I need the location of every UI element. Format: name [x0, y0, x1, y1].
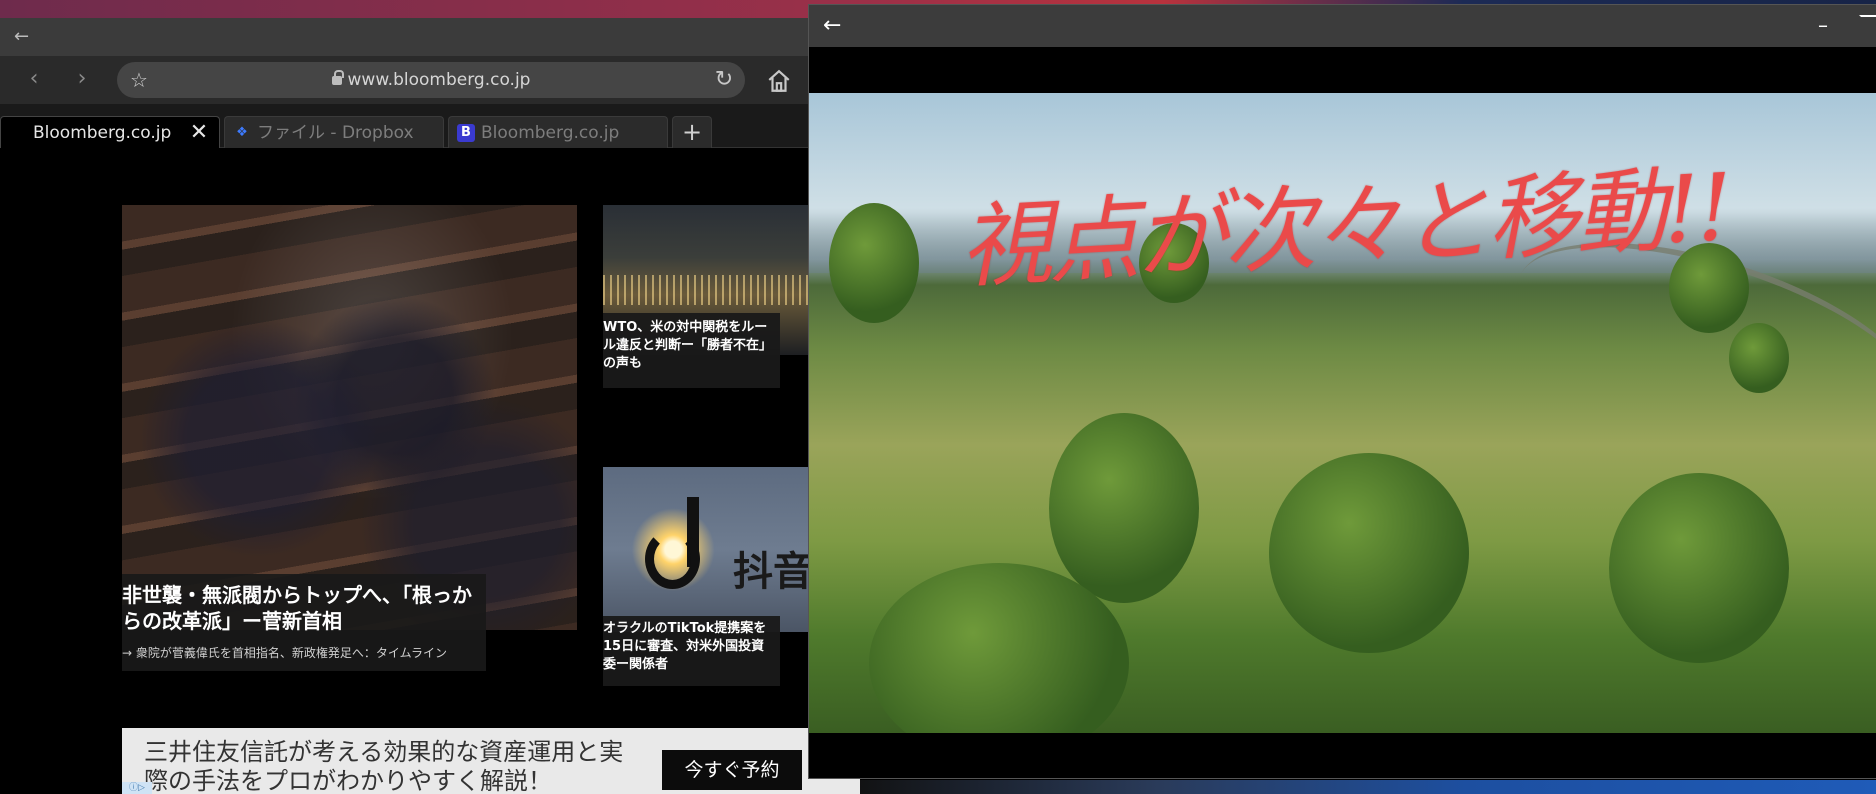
tree: [1729, 323, 1789, 393]
tree: [1049, 413, 1199, 603]
tab-bloomberg-2[interactable]: B Bloomberg.co.jp: [448, 116, 668, 148]
video-back-arrow-icon[interactable]: ←: [823, 14, 847, 38]
side-headline-2[interactable]: オラクルのTikTok提携案を15日に審査、対米外国投資委ー関係者: [603, 616, 780, 686]
maximize-icon[interactable]: [1859, 15, 1876, 35]
lock-icon: [331, 70, 344, 85]
main-news-photo[interactable]: [122, 205, 577, 630]
tab-label: Bloomberg.co.jp: [481, 123, 620, 143]
new-tab-button[interactable]: +: [672, 116, 712, 148]
ad-text: 三井住友信託が考える効果的な資産運用と実際の手法をプロがわかりやすく解説！: [144, 738, 624, 794]
tab-strip: Bloomberg.co.jp ✕ ❖ ファイル - Dropbox B Blo…: [0, 104, 860, 148]
tab-bloomberg-active[interactable]: Bloomberg.co.jp ✕: [0, 116, 220, 148]
tab-label: Bloomberg.co.jp: [33, 123, 172, 143]
tiktok-logo-icon: [645, 529, 700, 589]
bloomberg-icon: B: [457, 124, 475, 142]
reload-icon[interactable]: ↻: [711, 67, 737, 93]
desktop-bottom-strip: [850, 780, 1876, 794]
tree: [1269, 453, 1469, 653]
side-headline-1[interactable]: WTO、米の対中関税をルール違反と判断ー「勝者不在」の声も: [603, 313, 780, 388]
video-frame[interactable]: 視点が次々と移動!!: [809, 93, 1876, 733]
back-chevron-icon[interactable]: ‹: [22, 68, 46, 92]
minimize-icon[interactable]: –: [1813, 15, 1833, 35]
browser-toolbar: ‹ › ☆ www.bloomberg.co.jp ↻: [0, 56, 860, 104]
browser-window: ← ‹ › ☆ www.bloomberg.co.jp ↻ Bloomberg.…: [0, 18, 860, 794]
browser-titlebar: ←: [0, 18, 860, 56]
ad-choices-icon[interactable]: ⓘ▷: [122, 782, 152, 794]
main-news-caption[interactable]: 非世襲・無派閥からトップへ、「根っからの改革派」ー菅新首相 → 衆院が菅義偉氏を…: [122, 574, 486, 671]
home-icon[interactable]: [766, 68, 792, 94]
sign-text: 抖音: [733, 549, 813, 595]
close-tab-icon[interactable]: ✕: [189, 117, 209, 148]
video-window: ← – 視点が次々と移動!!: [808, 4, 1876, 779]
tab-dropbox[interactable]: ❖ ファイル - Dropbox: [224, 116, 444, 148]
ad-reserve-button[interactable]: 今すぐ予約: [662, 750, 802, 790]
main-subheadline-link[interactable]: → 衆院が菅義偉氏を首相指名、新政権発足へ：タイムライン: [122, 644, 482, 661]
tree: [829, 203, 919, 323]
dropbox-icon: ❖: [236, 125, 248, 140]
video-titlebar: ← –: [809, 5, 1876, 47]
url-text: www.bloomberg.co.jp: [117, 62, 745, 98]
tab-label: ファイル - Dropbox: [257, 123, 414, 143]
address-bar[interactable]: ☆ www.bloomberg.co.jp ↻: [117, 62, 745, 98]
window-back-arrow-icon[interactable]: ←: [14, 27, 34, 47]
ad-banner[interactable]: 三井住友信託が考える効果的な資産運用と実際の手法をプロがわかりやすく解説！ 今す…: [122, 728, 860, 794]
page-content: 非世襲・無派閥からトップへ、「根っからの改革派」ー菅新首相 → 衆院が菅義偉氏を…: [0, 149, 860, 794]
main-headline[interactable]: 非世襲・無派閥からトップへ、「根っからの改革派」ー菅新首相: [122, 582, 482, 634]
tree: [1609, 473, 1789, 663]
desktop: ← ‹ › ☆ www.bloomberg.co.jp ↻ Bloomberg.…: [0, 0, 1876, 794]
forward-chevron-icon[interactable]: ›: [70, 68, 94, 92]
